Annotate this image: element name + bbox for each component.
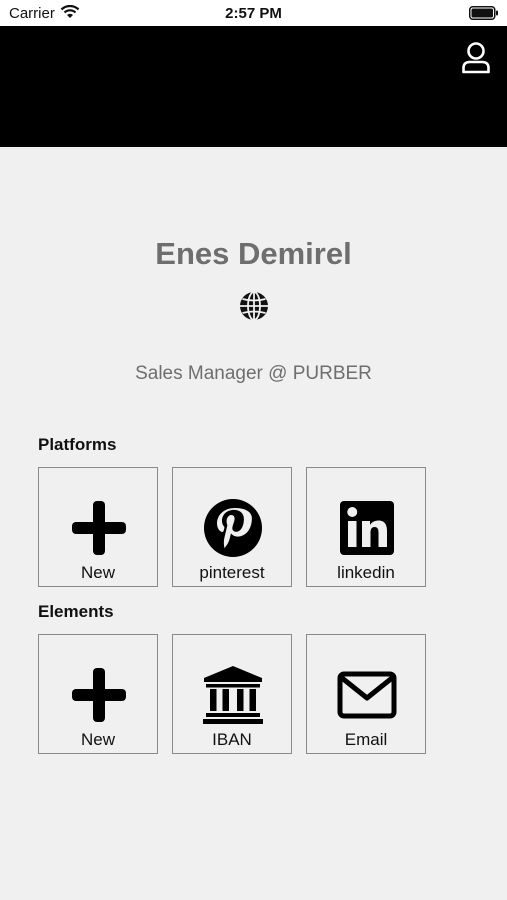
platform-tile-label: pinterest: [199, 563, 265, 582]
element-tile-email[interactable]: Email: [306, 634, 426, 754]
element-tile-label: New: [80, 730, 115, 749]
profile-name: Enes Demirel: [155, 236, 352, 271]
platform-tile-linkedin[interactable]: linkedin: [306, 467, 426, 587]
battery-icon: [469, 6, 498, 20]
clock: 2:57 PM: [225, 5, 282, 22]
platform-tile-pinterest[interactable]: pinterest: [172, 467, 292, 587]
pinterest-icon: [204, 499, 262, 557]
platforms-heading: Platforms: [38, 435, 117, 454]
person-icon[interactable]: [461, 41, 491, 75]
elements-heading: Elements: [38, 602, 114, 621]
element-tile-label: IBAN: [212, 730, 252, 749]
platform-tile-label: New: [80, 563, 115, 582]
platform-tile-label: linkedin: [337, 563, 395, 582]
element-tile-label: Email: [344, 730, 388, 749]
profile-subtitle: Sales Manager @ PURBER: [135, 363, 372, 384]
globe-icon[interactable]: [238, 290, 270, 322]
envelope-icon: [337, 671, 397, 719]
plus-icon: [72, 501, 126, 555]
header-bar: [0, 26, 507, 147]
linkedin-icon: [340, 501, 394, 555]
status-bar: Carrier 2:57 PM: [0, 0, 507, 26]
plus-icon: [72, 668, 126, 722]
element-tile-new[interactable]: New: [38, 634, 158, 754]
element-tile-iban[interactable]: IBAN: [172, 634, 292, 754]
platform-tile-new[interactable]: New: [38, 467, 158, 587]
bank-icon: [203, 666, 263, 724]
